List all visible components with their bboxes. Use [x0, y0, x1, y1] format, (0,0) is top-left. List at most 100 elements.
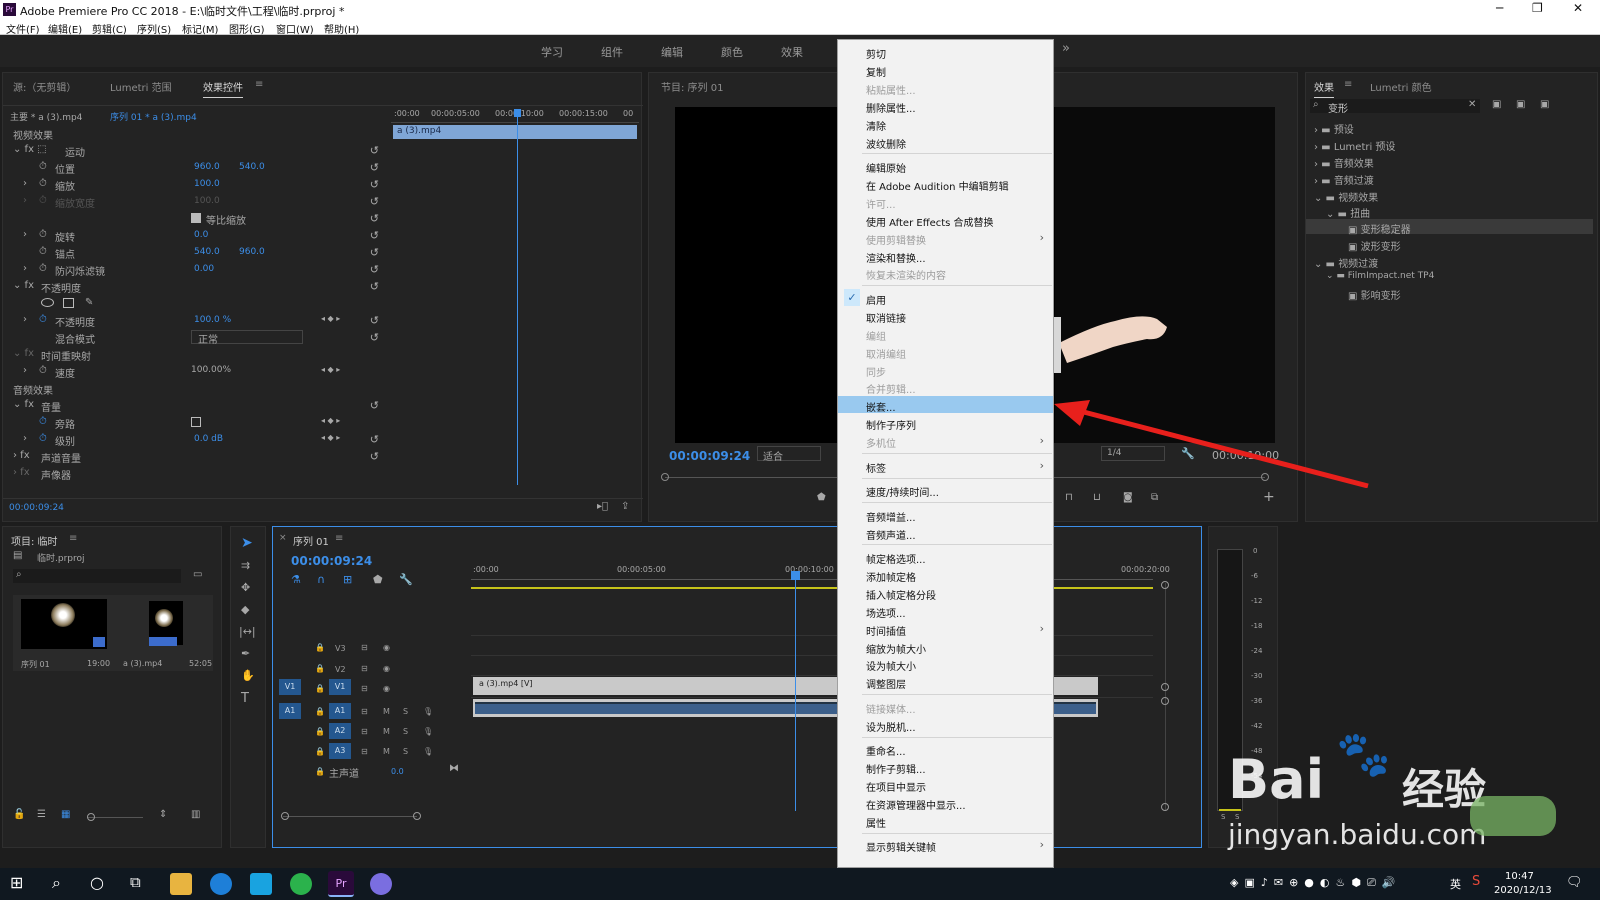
track-select-tool-icon[interactable]: ⇉ [241, 559, 250, 572]
task-view-icon[interactable]: ⧉ [130, 873, 141, 891]
context-menu-item[interactable]: 插入帧定格分段 [838, 584, 1053, 602]
lock-icon[interactable]: 🔒 [315, 747, 325, 756]
clock-date[interactable]: 2020/12/13 [1494, 885, 1552, 896]
menu-clip[interactable]: 剪辑(C) [92, 21, 127, 36]
app-sphere-icon[interactable] [370, 873, 392, 895]
context-menu-item[interactable]: 渲染和替换... [838, 247, 1053, 265]
hand-tool-icon[interactable]: ✋ [241, 669, 255, 682]
scroll-handle[interactable] [1161, 683, 1169, 691]
opacity-toggle[interactable]: ⌄ fx [13, 280, 34, 291]
ec-playhead-handle[interactable] [514, 109, 521, 117]
stopwatch-icon[interactable]: ⏱ [39, 365, 47, 376]
context-menu-item[interactable]: 标签 › [838, 457, 1053, 475]
extract-icon[interactable]: ⊔ [1093, 492, 1101, 503]
track-label-v1[interactable]: V1 [329, 679, 351, 695]
reset-icon[interactable]: ↺ [370, 433, 379, 446]
tree-item-distort[interactable]: ⌄ ▬ 扭曲 [1326, 205, 1370, 220]
reset-icon[interactable]: ↺ [370, 263, 379, 276]
context-menu-item[interactable]: 编辑原始 [838, 157, 1053, 175]
minimize-button[interactable]: ─ [1496, 1, 1503, 15]
menu-window[interactable]: 窗口(W) [276, 21, 314, 36]
stopwatch-icon[interactable]: ⏱ [39, 161, 47, 172]
track-label-v2[interactable]: V2 [335, 665, 346, 674]
context-menu-item[interactable]: 取消链接 [838, 307, 1053, 325]
tree-item-presets[interactable]: › ▬ 预设 [1314, 121, 1354, 136]
speed-value[interactable]: 100.00% [191, 365, 231, 375]
master-clip-label[interactable]: 主要 * a (3).mp4 [10, 110, 82, 123]
mute-button[interactable]: M [383, 747, 390, 756]
context-menu-item[interactable]: 在项目中显示 [838, 776, 1053, 794]
sync-lock-icon[interactable]: ⊟ [361, 707, 368, 716]
tree-item-lumetri-presets[interactable]: › ▬ Lumetri 预设 [1314, 138, 1395, 153]
mic-icon[interactable]: 🎙 [423, 707, 433, 716]
rotation-value[interactable]: 0.0 [194, 230, 208, 240]
context-menu-item[interactable]: 帧定格选项... [838, 548, 1053, 566]
fit-select[interactable]: 适合 [757, 446, 821, 463]
mute-button[interactable]: M [383, 727, 390, 736]
edge-browser-icon[interactable] [210, 873, 232, 895]
anchor-y[interactable]: 960.0 [239, 247, 265, 257]
context-menu-item[interactable]: 制作子剪辑... [838, 758, 1053, 776]
tree-item-audio-transitions[interactable]: › ▬ 音频过渡 [1314, 172, 1374, 187]
timeline-playhead[interactable] [795, 579, 796, 811]
keyframe-nav-icon[interactable]: ◂ ◆ ▸ [321, 416, 340, 425]
context-menu-item[interactable]: 波纹删除 [838, 133, 1053, 151]
file-explorer-icon[interactable] [170, 873, 192, 895]
reset-icon[interactable]: ↺ [370, 229, 379, 242]
zoom-slider-handle[interactable] [87, 813, 95, 821]
stopwatch-icon[interactable]: ⏱ [39, 246, 47, 257]
eye-icon[interactable]: ◉ [383, 643, 390, 652]
mic-icon[interactable]: 🎙 [423, 747, 433, 756]
context-menu-item[interactable]: 音频增益... [838, 506, 1053, 524]
new-bin-icon[interactable]: ▭ [193, 569, 202, 580]
context-menu-item[interactable]: 清除 [838, 115, 1053, 133]
razor-tool-icon[interactable]: ◆ [241, 603, 249, 616]
ec-clip-bar[interactable]: a (3).mp4 [393, 125, 637, 139]
scale-value[interactable]: 100.0 [194, 179, 220, 189]
position-x[interactable]: 960.0 [194, 162, 220, 172]
menu-edit[interactable]: 编辑(E) [48, 21, 82, 36]
lock-icon[interactable]: 🔒 [315, 707, 325, 716]
go-to-end-icon[interactable]: ⧓ [449, 763, 459, 774]
context-menu-item[interactable]: 场选项... [838, 602, 1053, 620]
reset-icon[interactable]: ↺ [370, 246, 379, 259]
workspace-effects[interactable]: 效果 [781, 44, 803, 60]
scroll-handle[interactable] [1161, 803, 1169, 811]
type-tool-icon[interactable]: T [241, 691, 249, 706]
uniform-scale-checkbox[interactable] [191, 213, 201, 223]
accelerated-effects-icon[interactable]: ▣ [1492, 99, 1501, 110]
zoom-slider[interactable] [87, 817, 143, 818]
context-menu-item[interactable]: 设为帧大小 [838, 655, 1053, 673]
workspace-assembly[interactable]: 组件 [601, 44, 623, 60]
scroll-handle[interactable] [1161, 697, 1169, 705]
program-timecode[interactable]: 00:00:09:24 [669, 449, 750, 463]
panel-menu-icon[interactable]: ≡ [255, 79, 263, 90]
time-remap-toggle[interactable]: ⌄ fx [13, 348, 34, 359]
thumbnail-sequence[interactable] [21, 599, 107, 649]
keyframe-nav-icon[interactable]: ◂ ◆ ▸ [321, 314, 340, 323]
panel-menu-icon[interactable]: ≡ [69, 533, 77, 544]
bypass-checkbox[interactable] [191, 417, 201, 427]
pen-tool-icon[interactable]: ✒ [241, 647, 250, 660]
solo-button[interactable]: S [403, 747, 408, 756]
context-menu-item[interactable]: ✓ 启用 [838, 288, 1053, 307]
stopwatch-icon[interactable]: ⏱ [39, 263, 47, 274]
workspace-color[interactable]: 颜色 [721, 44, 743, 60]
lock-icon[interactable]: 🔒 [315, 767, 325, 776]
lift-icon[interactable]: ⊓ [1065, 492, 1073, 503]
selection-tool-icon[interactable]: ➤ [241, 535, 253, 551]
maximize-button[interactable]: ❐ [1532, 1, 1543, 15]
32bit-effects-icon[interactable]: ▣ [1516, 99, 1525, 110]
context-menu-item[interactable]: 音频声道... [838, 524, 1053, 542]
context-menu-item[interactable]: 设为脱机... [838, 716, 1053, 734]
panel-menu-icon[interactable]: ≡ [1344, 79, 1352, 90]
source-patch-v1[interactable]: V1 [279, 679, 301, 695]
tab-effect-controls[interactable]: 效果控件 [203, 79, 243, 98]
mic-icon[interactable]: 🎙 [423, 727, 433, 736]
icon-view-icon[interactable]: ▦ [61, 809, 70, 820]
marker-icon[interactable]: ⬟ [817, 492, 826, 503]
ec-playhead[interactable] [517, 113, 518, 485]
workspace-learn[interactable]: 学习 [541, 44, 563, 60]
context-menu-item[interactable]: 剪切 [838, 43, 1053, 61]
menu-help[interactable]: 帮助(H) [324, 21, 359, 36]
